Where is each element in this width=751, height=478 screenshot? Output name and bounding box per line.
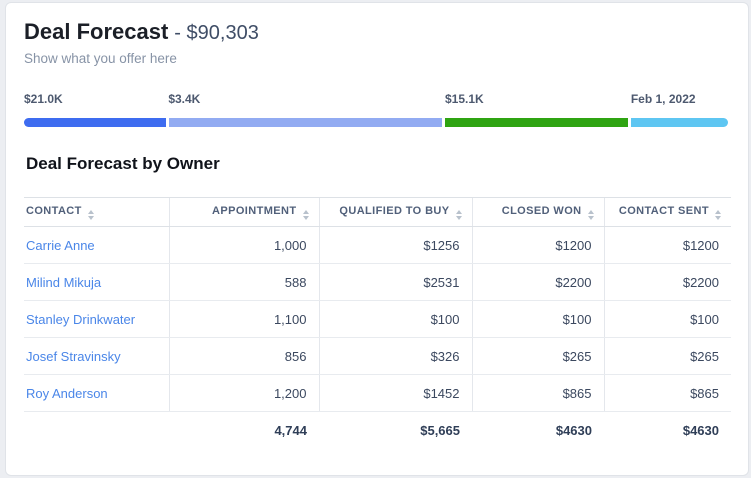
contact-link[interactable]: Roy Anderson <box>26 386 108 401</box>
table-header-row: Contact Appointment Qualified to Buy Clo… <box>24 198 731 227</box>
totals-contact-sent: $4630 <box>604 412 731 450</box>
column-header-contact[interactable]: Contact <box>24 198 169 227</box>
progress-segment-contact-sent[interactable] <box>631 118 728 127</box>
column-header-closed-won[interactable]: Closed Won <box>472 198 604 227</box>
table-row: Roy Anderson 1,200 $1452 $865 $865 <box>24 375 731 412</box>
closed-won-cell: $265 <box>472 338 604 375</box>
qualified-cell: $1256 <box>319 227 472 264</box>
forecast-progress: $21.0K $3.4K $15.1K Feb 1, 2022 <box>24 92 728 127</box>
sort-icon <box>715 210 721 220</box>
closed-won-cell: $100 <box>472 301 604 338</box>
appointment-cell: 1,200 <box>169 375 319 412</box>
appointment-cell: 1,000 <box>169 227 319 264</box>
closed-won-cell: $865 <box>472 375 604 412</box>
progress-segment-appointment[interactable] <box>24 118 166 127</box>
closed-won-cell: $2200 <box>472 264 604 301</box>
totals-appointment: 4,744 <box>169 412 319 450</box>
table-row: Carrie Anne 1,000 $1256 $1200 $1200 <box>24 227 731 264</box>
column-header-contact-sent[interactable]: Contact Sent <box>604 198 731 227</box>
table-title: Deal Forecast by Owner <box>26 154 728 174</box>
contact-link[interactable]: Josef Stravinsky <box>26 349 121 364</box>
report-subtitle: Show what you offer here <box>24 51 728 66</box>
table-row: Milind Mikuja 588 $2531 $2200 $2200 <box>24 264 731 301</box>
contact-cell: Carrie Anne <box>24 227 169 264</box>
column-header-qualified-to-buy[interactable]: Qualified to Buy <box>319 198 472 227</box>
contact-sent-cell: $2200 <box>604 264 731 301</box>
column-header-appointment[interactable]: Appointment <box>169 198 319 227</box>
progress-label-2: $15.1K <box>445 92 484 106</box>
progress-labels: $21.0K $3.4K $15.1K Feb 1, 2022 <box>24 92 728 108</box>
totals-qualified: $5,665 <box>319 412 472 450</box>
contact-cell: Roy Anderson <box>24 375 169 412</box>
qualified-cell: $326 <box>319 338 472 375</box>
contact-sent-cell: $100 <box>604 301 731 338</box>
totals-row: 4,744 $5,665 $4630 $4630 <box>24 412 731 450</box>
progress-label-0: $21.0K <box>24 92 63 106</box>
appointment-cell: 1,100 <box>169 301 319 338</box>
report-title-text: Deal Forecast <box>24 19 168 44</box>
contact-link[interactable]: Stanley Drinkwater <box>26 312 135 327</box>
sort-icon <box>303 210 309 220</box>
contact-sent-cell: $1200 <box>604 227 731 264</box>
report-amount: - $90,303 <box>174 22 259 44</box>
totals-empty-cell <box>24 412 169 450</box>
contact-link[interactable]: Milind Mikuja <box>26 275 101 290</box>
sort-icon <box>456 210 462 220</box>
qualified-cell: $100 <box>319 301 472 338</box>
contact-cell: Milind Mikuja <box>24 264 169 301</box>
appointment-cell: 856 <box>169 338 319 375</box>
progress-label-3: Feb 1, 2022 <box>631 92 696 106</box>
deal-forecast-table: Contact Appointment Qualified to Buy Clo… <box>24 197 731 450</box>
contact-sent-cell: $265 <box>604 338 731 375</box>
appointment-cell: 588 <box>169 264 319 301</box>
page-title: Deal Forecast - $90,303 <box>24 19 728 46</box>
contact-link[interactable]: Carrie Anne <box>26 238 95 253</box>
closed-won-cell: $1200 <box>472 227 604 264</box>
qualified-cell: $2531 <box>319 264 472 301</box>
sort-icon <box>88 210 94 220</box>
totals-closed-won: $4630 <box>472 412 604 450</box>
deal-forecast-card: Deal Forecast - $90,303 Show what you off… <box>5 2 749 476</box>
sort-icon <box>588 210 594 220</box>
progress-bar <box>24 118 728 127</box>
progress-segment-qualified[interactable] <box>169 118 443 127</box>
contact-sent-cell: $865 <box>604 375 731 412</box>
progress-segment-closed-won[interactable] <box>445 118 628 127</box>
table-row: Josef Stravinsky 856 $326 $265 $265 <box>24 338 731 375</box>
progress-label-1: $3.4K <box>168 92 200 106</box>
qualified-cell: $1452 <box>319 375 472 412</box>
table-row: Stanley Drinkwater 1,100 $100 $100 $100 <box>24 301 731 338</box>
contact-cell: Josef Stravinsky <box>24 338 169 375</box>
contact-cell: Stanley Drinkwater <box>24 301 169 338</box>
